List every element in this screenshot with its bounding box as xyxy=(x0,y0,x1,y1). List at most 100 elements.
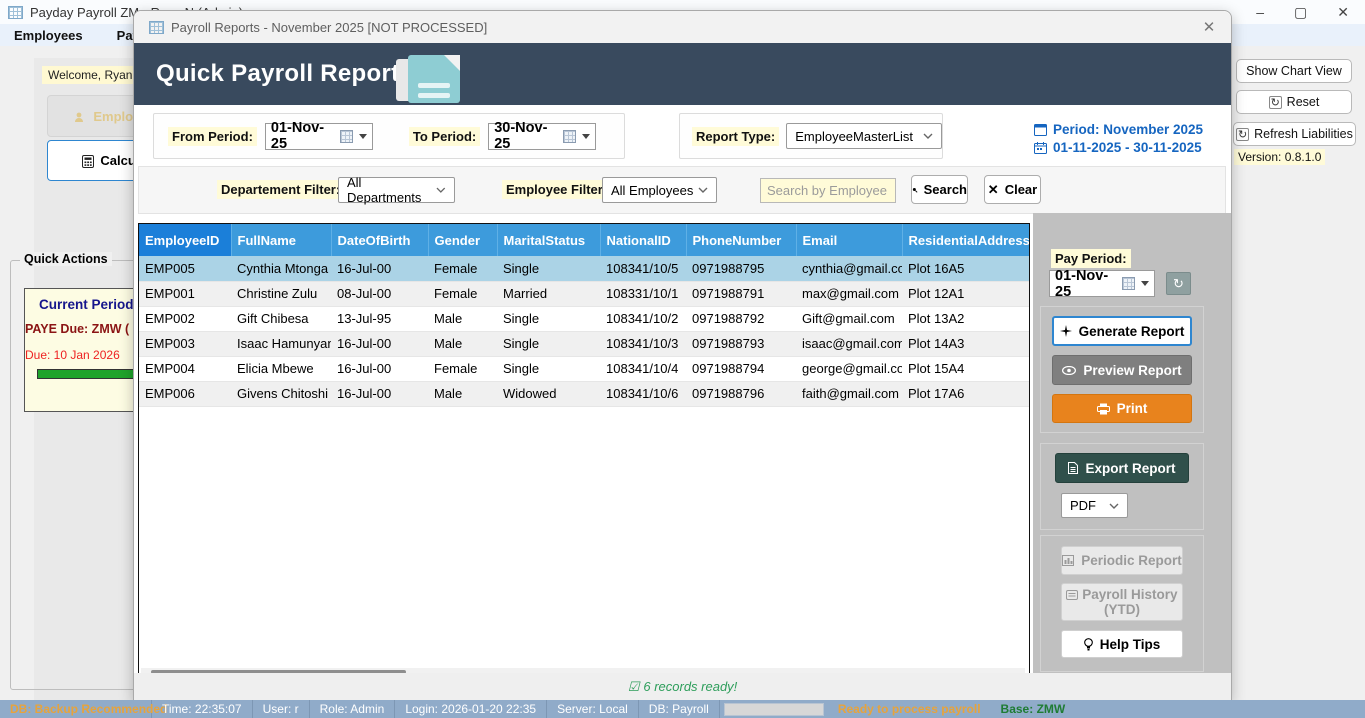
status-bar: DB: Backup Recommended Time: 22:35:07 Us… xyxy=(0,700,1365,718)
table-cell: Single xyxy=(497,356,600,381)
preview-report-button[interactable]: Preview Report xyxy=(1052,355,1192,385)
periodic-report-button[interactable]: Periodic Report xyxy=(1061,546,1183,575)
table-cell: 108331/10/1 xyxy=(600,281,686,306)
table-cell: Female xyxy=(428,281,497,306)
table-cell: Christine Zulu xyxy=(231,281,331,306)
employee-filter-label: Employee Filter: xyxy=(502,180,611,199)
employee-filter-dropdown[interactable]: All Employees xyxy=(602,177,717,203)
current-period-title: Current Period xyxy=(39,297,134,312)
table-cell: 0971988795 xyxy=(686,256,796,281)
export-format-dropdown[interactable]: PDF xyxy=(1061,493,1128,518)
extra-reports-groupbox: Periodic Report Payroll History (YTD) He… xyxy=(1040,535,1204,672)
table-cell: 16-Jul-00 xyxy=(331,356,428,381)
column-header[interactable]: Email xyxy=(796,224,902,256)
report-icon xyxy=(1034,124,1047,136)
table-row[interactable]: EMP001Christine Zulu08-Jul-00FemaleMarri… xyxy=(139,281,1029,306)
column-header[interactable]: MaritalStatus xyxy=(497,224,600,256)
table-cell: Givens Chitoshi xyxy=(231,381,331,406)
paye-due-label: PAYE Due: ZMW ( xyxy=(25,322,129,336)
dialog-footer: ☑ 6 records ready! xyxy=(134,673,1231,700)
table-cell: 108341/10/6 xyxy=(600,381,686,406)
table-row[interactable]: EMP006Givens Chitoshi16-Jul-00MaleWidowe… xyxy=(139,381,1029,406)
status-base-currency: Base: ZMW xyxy=(991,700,1076,718)
printer-icon xyxy=(1097,403,1110,415)
lightbulb-icon xyxy=(1084,638,1093,651)
report-buttons-groupbox: Generate Report Preview Report Print xyxy=(1040,306,1204,433)
generate-report-button[interactable]: Generate Report xyxy=(1052,316,1192,346)
table-row[interactable]: EMP005Cynthia Mtonga16-Jul-00FemaleSingl… xyxy=(139,256,1029,281)
column-header[interactable]: ResidentialAddress xyxy=(902,224,1029,256)
table-cell: 108341/10/4 xyxy=(600,356,686,381)
to-period-label: To Period: xyxy=(409,127,480,146)
period-info-block: Period: November 2025 01-11-2025 - 30-11… xyxy=(1034,121,1229,157)
dialog-close-icon[interactable]: ✕ xyxy=(1199,18,1219,38)
export-report-button[interactable]: Export Report xyxy=(1055,453,1189,483)
pay-period-label: Pay Period: xyxy=(1051,249,1131,268)
table-cell: Gift Chibesa xyxy=(231,306,331,331)
table-cell: EMP004 xyxy=(139,356,231,381)
table-cell: Single xyxy=(497,331,600,356)
calendar-icon xyxy=(340,130,353,143)
table-cell: Gift@gmail.com xyxy=(796,306,902,331)
column-header[interactable]: NationalID xyxy=(600,224,686,256)
chart-icon xyxy=(1062,555,1074,566)
status-user: User: r xyxy=(253,700,310,718)
table-cell: 108341/10/2 xyxy=(600,306,686,331)
minimize-icon[interactable]: – xyxy=(1256,4,1264,20)
pay-period-datepicker[interactable]: 01-Nov-25 xyxy=(1049,270,1155,297)
table-cell: Single xyxy=(497,256,600,281)
status-backup: DB: Backup Recommended xyxy=(0,700,152,718)
payroll-history-button[interactable]: Payroll History (YTD) xyxy=(1061,583,1183,621)
table-cell: EMP005 xyxy=(139,256,231,281)
table-row[interactable]: EMP002Gift Chibesa13-Jul-95MaleSingle108… xyxy=(139,306,1029,331)
table-cell: EMP002 xyxy=(139,306,231,331)
department-filter-dropdown[interactable]: All Departments xyxy=(338,177,455,203)
maximize-icon[interactable]: ▢ xyxy=(1294,4,1307,21)
print-button[interactable]: Print xyxy=(1052,394,1192,423)
table-cell: Isaac Hamunyanga xyxy=(231,331,331,356)
to-period-datepicker[interactable]: 30-Nov-25 xyxy=(488,123,596,150)
refresh-icon: ↻ xyxy=(1236,128,1249,141)
payroll-reports-dialog: Payroll Reports - November 2025 [NOT PRO… xyxy=(133,10,1232,700)
status-progress-bar xyxy=(724,703,824,716)
reset-button[interactable]: ↻ Reset xyxy=(1236,90,1352,114)
status-ready: Ready to process payroll xyxy=(828,700,991,718)
status-server: Server: Local xyxy=(547,700,639,718)
employee-search-input[interactable] xyxy=(760,178,896,203)
show-chart-view-button[interactable]: Show Chart View xyxy=(1236,59,1352,83)
export-groupbox: Export Report PDF xyxy=(1040,443,1204,530)
chevron-down-icon xyxy=(359,134,367,139)
table-row[interactable]: EMP003Isaac Hamunyanga16-Jul-00MaleSingl… xyxy=(139,331,1029,356)
table-cell: Plot 14A3 xyxy=(902,331,1029,356)
window-controls: – ▢ ✕ xyxy=(1256,0,1365,24)
column-header[interactable]: Gender xyxy=(428,224,497,256)
table-cell: 0971988794 xyxy=(686,356,796,381)
table-cell: EMP006 xyxy=(139,381,231,406)
report-document-icon xyxy=(396,55,468,103)
table-cell: faith@gmail.com xyxy=(796,381,902,406)
close-icon[interactable]: ✕ xyxy=(1337,4,1349,21)
refresh-period-button[interactable]: ↻ xyxy=(1166,272,1191,295)
dialog-header-band: Quick Payroll Reports xyxy=(134,43,1231,105)
report-type-dropdown[interactable]: EmployeeMasterList xyxy=(786,123,942,149)
department-filter-label: Departement Filter: xyxy=(217,180,344,199)
table-cell: EMP003 xyxy=(139,331,231,356)
status-db: DB: Payroll xyxy=(639,700,720,718)
column-header[interactable]: PhoneNumber xyxy=(686,224,796,256)
table-cell: 0971988796 xyxy=(686,381,796,406)
table-header-row: EmployeeIDFullNameDateOfBirthGenderMarit… xyxy=(139,224,1029,256)
menu-employees[interactable]: Employees xyxy=(14,28,83,43)
dialog-icon xyxy=(149,21,164,34)
column-header[interactable]: DateOfBirth xyxy=(331,224,428,256)
table-cell: 0971988791 xyxy=(686,281,796,306)
search-button[interactable]: Search xyxy=(911,175,968,204)
help-tips-button[interactable]: Help Tips xyxy=(1061,630,1183,658)
status-time: Time: 22:35:07 xyxy=(152,700,253,718)
dialog-header-title: Quick Payroll Reports xyxy=(156,60,413,88)
column-header[interactable]: FullName xyxy=(231,224,331,256)
clear-button[interactable]: ✕ Clear xyxy=(984,175,1041,204)
table-row[interactable]: EMP004Elicia Mbewe16-Jul-00FemaleSingle1… xyxy=(139,356,1029,381)
refresh-liabilities-button[interactable]: ↻ Refresh Liabilities xyxy=(1233,122,1356,146)
from-period-datepicker[interactable]: 01-Nov-25 xyxy=(265,123,373,150)
column-header[interactable]: EmployeeID xyxy=(139,224,231,256)
